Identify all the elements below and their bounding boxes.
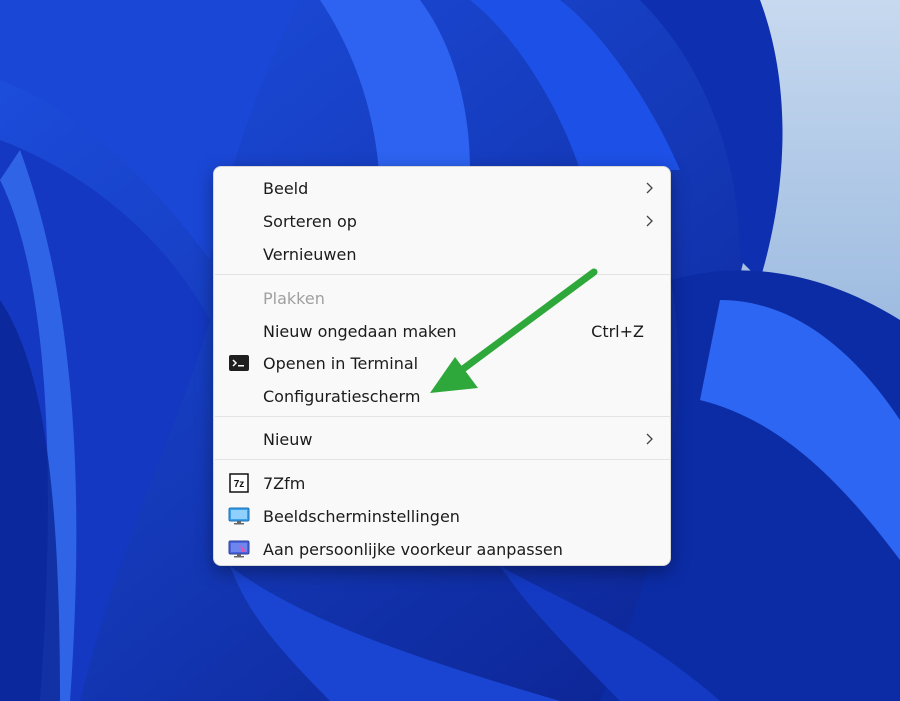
menu-item-label: Plakken — [263, 289, 325, 308]
menu-separator — [215, 274, 670, 275]
terminal-icon — [229, 355, 249, 371]
shortcut-label: Ctrl+Z — [591, 322, 644, 341]
menu-item-beeld[interactable]: Beeld — [214, 172, 670, 205]
menu-item-sorteren-op[interactable]: Sorteren op — [214, 205, 670, 238]
menu-item-label: Openen in Terminal — [263, 354, 419, 373]
chevron-right-icon — [646, 215, 653, 227]
chevron-right-icon — [646, 433, 653, 445]
menu-item-label: Beeld — [263, 179, 309, 198]
menu-item-display-settings[interactable]: Beeldscherminstellingen — [214, 500, 670, 533]
chevron-right-icon — [646, 182, 653, 194]
menu-item-label: Nieuw ongedaan maken — [263, 322, 457, 341]
menu-item-open-terminal[interactable]: Openen in Terminal — [214, 347, 670, 380]
display-settings-icon — [228, 507, 250, 525]
menu-item-label: Beeldscherminstellingen — [263, 507, 460, 526]
menu-item-7zfm[interactable]: 7z 7Zfm — [214, 467, 670, 500]
menu-item-label: 7Zfm — [263, 474, 306, 493]
svg-text:7z: 7z — [234, 479, 245, 490]
menu-item-configuratiescherm[interactable]: Configuratiescherm — [214, 380, 670, 413]
menu-item-label: Vernieuwen — [263, 245, 357, 264]
context-menu: Beeld Sorteren op Vernieuwen Plakken Nie… — [213, 166, 671, 566]
menu-separator — [215, 416, 670, 417]
7zip-icon: 7z — [229, 473, 249, 493]
menu-item-undo-new[interactable]: Nieuw ongedaan maken Ctrl+Z — [214, 315, 670, 348]
menu-item-label: Sorteren op — [263, 212, 357, 231]
menu-item-label: Aan persoonlijke voorkeur aanpassen — [263, 540, 563, 559]
menu-item-plakken: Plakken — [214, 282, 670, 315]
menu-item-personalize[interactable]: Aan persoonlijke voorkeur aanpassen — [214, 533, 670, 566]
menu-separator — [215, 459, 670, 460]
menu-item-nieuw[interactable]: Nieuw — [214, 423, 670, 456]
menu-item-label: Configuratiescherm — [263, 387, 421, 406]
menu-item-label: Nieuw — [263, 430, 313, 449]
menu-item-vernieuwen[interactable]: Vernieuwen — [214, 238, 670, 271]
personalize-icon — [228, 540, 250, 558]
desktop[interactable]: Beeld Sorteren op Vernieuwen Plakken Nie… — [0, 0, 900, 701]
